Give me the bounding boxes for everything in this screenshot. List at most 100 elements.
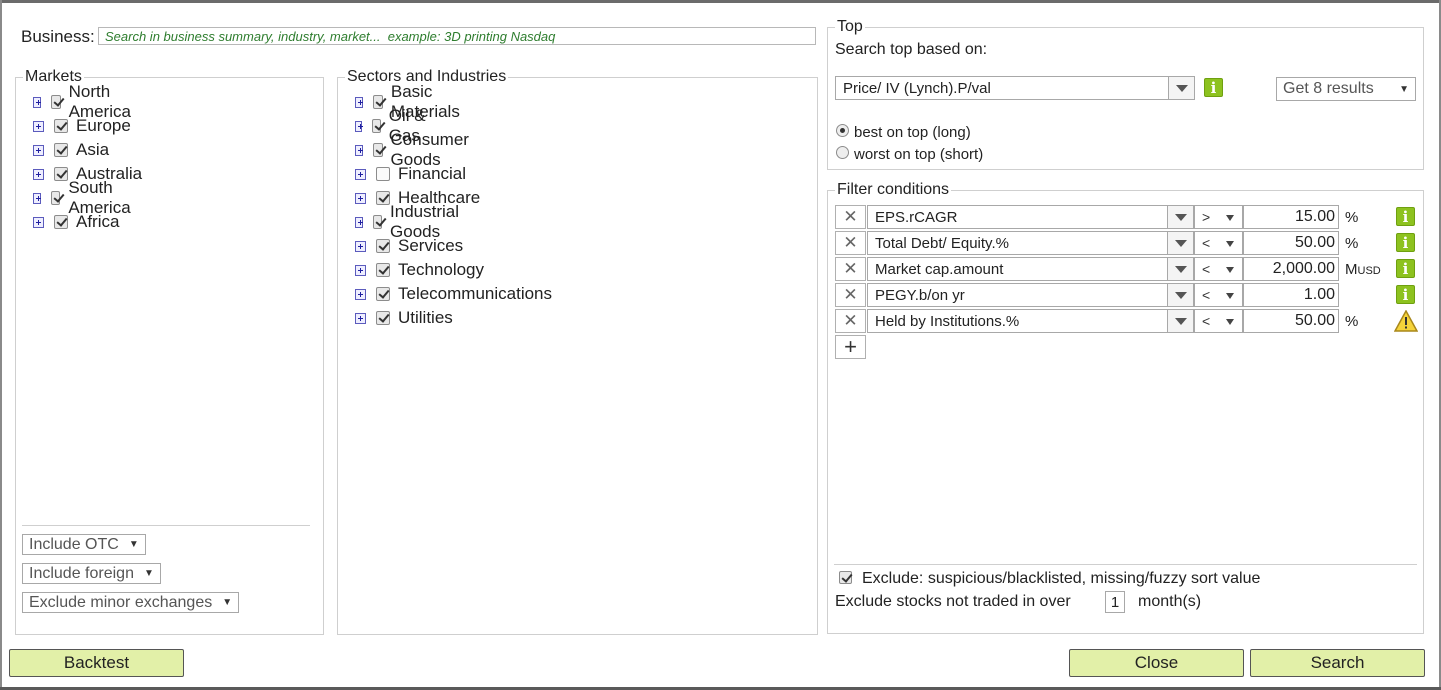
remove-filter-button[interactable]: ✕ <box>835 205 866 229</box>
item-checkbox[interactable] <box>376 287 390 301</box>
info-icon[interactable]: i <box>1396 233 1415 252</box>
filter-field-select[interactable]: Total Debt/ Equity.% <box>867 231 1194 255</box>
filter-unit: % <box>1345 209 1358 226</box>
item-checkbox[interactable] <box>372 119 381 133</box>
months-input[interactable]: 1 <box>1105 591 1125 613</box>
expand-icon[interactable] <box>33 144 44 156</box>
expand-icon[interactable] <box>355 168 366 180</box>
filter-unit-main: M <box>1345 261 1358 278</box>
sort-field-select[interactable]: Price/ IV (Lynch).P/val <box>835 76 1195 100</box>
filter-field-dropdown-button[interactable] <box>1167 205 1194 229</box>
expand-icon[interactable] <box>355 288 366 300</box>
expand-icon[interactable] <box>355 192 366 204</box>
sectors-panel: Sectors and Industries Basic Materials Oi… <box>337 68 818 635</box>
chevron-down-icon <box>1174 317 1187 325</box>
tree-item[interactable]: Telecommunications <box>355 282 552 306</box>
filter-value-input[interactable]: 1.00 <box>1243 283 1339 307</box>
tree-item[interactable]: Asia <box>33 138 109 162</box>
tree-item[interactable]: Utilities <box>355 306 453 330</box>
business-search-input[interactable] <box>98 27 816 45</box>
item-checkbox[interactable] <box>372 95 383 109</box>
filter-operator-select[interactable]: < <box>1194 309 1243 333</box>
tree-item-label: Technology <box>398 260 485 279</box>
worst-on-top-radio[interactable] <box>836 146 849 159</box>
expand-icon[interactable] <box>33 216 44 228</box>
add-filter-button[interactable]: + <box>835 335 866 359</box>
filter-value-input[interactable]: 50.00 <box>1243 231 1339 255</box>
results-count-dropdown[interactable]: Get 8 results ▼ <box>1276 77 1416 101</box>
filter-field-select[interactable]: EPS.rCAGR <box>867 205 1194 229</box>
exclude-suspicious-label: Exclude: suspicious/blacklisted, missing… <box>862 570 1261 587</box>
tree-item-label: Europe <box>76 116 131 135</box>
filter-field-select[interactable]: PEGY.b/on yr <box>867 283 1194 307</box>
item-checkbox[interactable] <box>376 239 390 253</box>
filter-field-select[interactable]: Market cap.amount <box>867 257 1194 281</box>
include-foreign-dropdown[interactable]: Include foreign ▼ <box>22 563 161 584</box>
info-icon[interactable]: i <box>1396 285 1415 304</box>
item-checkbox[interactable] <box>54 143 68 157</box>
expand-icon[interactable] <box>33 120 44 132</box>
filter-field-dropdown-button[interactable] <box>1167 309 1194 333</box>
close-button[interactable]: Close <box>1069 649 1244 677</box>
remove-filter-button[interactable]: ✕ <box>835 283 866 307</box>
tree-item[interactable]: North America <box>33 82 138 121</box>
item-checkbox[interactable] <box>54 215 68 229</box>
exclude-suspicious-checkbox[interactable] <box>839 571 852 584</box>
backtest-button[interactable]: Backtest <box>9 649 184 677</box>
tree-item[interactable]: Industrial Goods <box>355 202 467 241</box>
remove-filter-button[interactable]: ✕ <box>835 231 866 255</box>
item-checkbox[interactable] <box>54 167 68 181</box>
item-checkbox[interactable] <box>50 95 61 109</box>
expand-icon[interactable] <box>355 264 366 276</box>
expand-icon[interactable] <box>33 168 44 180</box>
filter-field-value: Total Debt/ Equity.% <box>875 234 1009 252</box>
include-otc-dropdown[interactable]: Include OTC ▼ <box>22 534 146 555</box>
filter-field-dropdown-button[interactable] <box>1167 257 1194 281</box>
expand-icon[interactable] <box>33 192 41 204</box>
expand-icon[interactable] <box>355 120 364 132</box>
exclude-minor-label: Exclude minor exchanges <box>29 593 213 611</box>
remove-filter-button[interactable]: ✕ <box>835 309 866 333</box>
filter-value-input[interactable]: 15.00 <box>1243 205 1339 229</box>
filter-field-dropdown-button[interactable] <box>1167 283 1194 307</box>
filter-value-input[interactable]: 2,000.00 <box>1243 257 1339 281</box>
filter-operator-value: > <box>1202 209 1211 225</box>
filter-operator-select[interactable]: < <box>1194 231 1243 255</box>
expand-icon[interactable] <box>355 240 366 252</box>
expand-icon[interactable] <box>355 96 363 108</box>
expand-icon[interactable] <box>355 144 363 156</box>
filter-operator-select[interactable]: < <box>1194 257 1243 281</box>
best-on-top-radio[interactable] <box>836 124 849 137</box>
filter-field-dropdown-button[interactable] <box>1167 231 1194 255</box>
search-button[interactable]: Search <box>1250 649 1425 677</box>
sort-field-dropdown-button[interactable] <box>1168 76 1195 100</box>
filter-operator-select[interactable]: < <box>1194 283 1243 307</box>
expand-icon[interactable] <box>33 96 41 108</box>
item-checkbox[interactable] <box>54 119 68 133</box>
info-icon[interactable]: i <box>1396 259 1415 278</box>
info-icon[interactable]: i <box>1204 78 1223 97</box>
tree-item[interactable]: Financial <box>355 162 466 186</box>
tree-item[interactable]: South America <box>33 178 138 217</box>
item-checkbox[interactable] <box>376 263 390 277</box>
remove-filter-button[interactable]: ✕ <box>835 257 866 281</box>
filter-field-select[interactable]: Held by Institutions.% <box>867 309 1194 333</box>
item-checkbox[interactable] <box>372 143 383 157</box>
info-icon[interactable]: i <box>1396 207 1415 226</box>
tree-item[interactable]: Consumer Goods <box>355 130 476 169</box>
exclude-minor-exchanges-dropdown[interactable]: Exclude minor exchanges ▼ <box>22 592 240 613</box>
item-checkbox[interactable] <box>50 191 61 205</box>
warning-icon[interactable] <box>1393 309 1419 332</box>
tree-item[interactable]: Europe <box>33 114 131 138</box>
tree-item[interactable]: Africa <box>33 210 119 234</box>
tree-item[interactable]: Services <box>355 234 463 258</box>
item-checkbox[interactable] <box>376 311 390 325</box>
tree-item[interactable]: Technology <box>355 258 484 282</box>
filter-operator-select[interactable]: > <box>1194 205 1243 229</box>
item-checkbox[interactable] <box>372 215 383 229</box>
filter-value-input[interactable]: 50.00 <box>1243 309 1339 333</box>
item-checkbox[interactable] <box>376 191 390 205</box>
item-checkbox[interactable] <box>376 167 390 181</box>
expand-icon[interactable] <box>355 312 366 324</box>
expand-icon[interactable] <box>355 216 363 228</box>
